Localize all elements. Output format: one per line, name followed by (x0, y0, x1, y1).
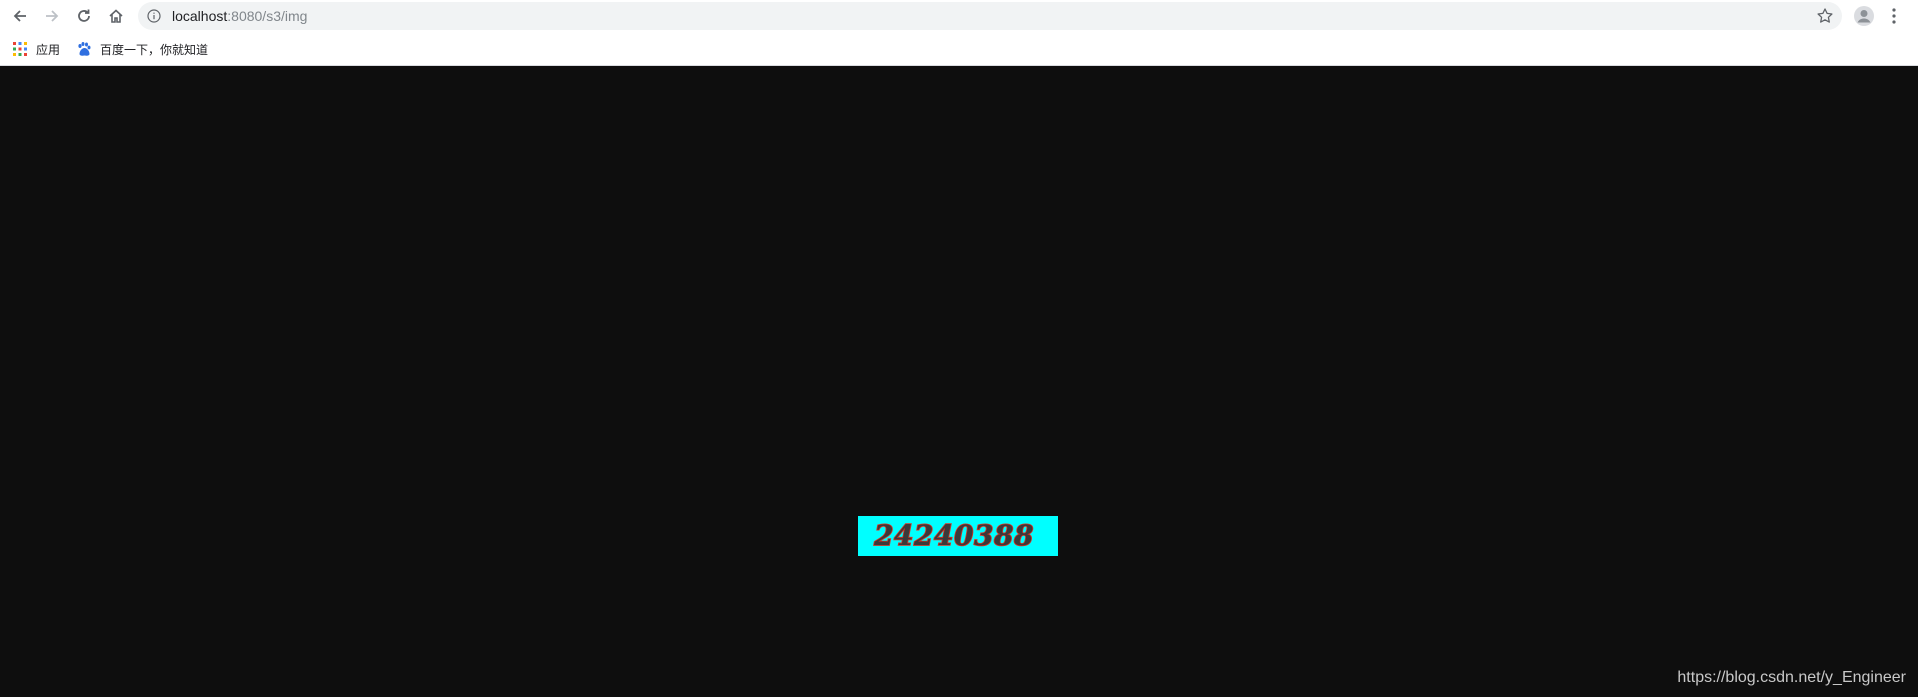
url-text[interactable]: localhost:8080/s3/img (172, 8, 307, 24)
avatar-icon[interactable] (1853, 5, 1875, 27)
star-icon[interactable] (1816, 7, 1834, 25)
bookmark-label: 应用 (36, 42, 61, 57)
bookmarks-bar: 应用 百度一下，你就知道 (0, 32, 1918, 66)
reload-button[interactable] (72, 4, 96, 28)
bookmark-label: 百度一下，你就知道 (100, 42, 209, 57)
url-host: localhost (172, 8, 228, 24)
back-button[interactable] (8, 4, 32, 28)
page-viewport: 24240388 https://blog.csdn.net/y_Enginee… (0, 66, 1918, 697)
url-path: :8080/s3/img (227, 8, 308, 24)
reload-icon (78, 9, 90, 22)
captcha-image[interactable]: 24240388 (858, 516, 1058, 556)
browser-toolbar: localhost:8080/s3/img (0, 0, 1918, 32)
address-bar[interactable]: localhost:8080/s3/img (138, 2, 1842, 30)
kebab-menu-icon[interactable] (1886, 5, 1902, 27)
home-icon (109, 9, 123, 23)
arrow-left-icon (13, 10, 26, 22)
arrow-right-icon (46, 10, 59, 22)
captcha-graphic: 24240388 (872, 518, 1034, 553)
apps-grid-icon (13, 42, 27, 56)
info-icon[interactable] (147, 9, 161, 23)
watermark: https://blog.csdn.net/y_Engineer (1677, 669, 1906, 686)
captcha-text: 24240388 (873, 519, 1034, 552)
bookmark-apps[interactable]: 应用 (12, 40, 60, 58)
baidu-paw-icon (78, 42, 91, 56)
home-button[interactable] (104, 4, 128, 28)
bookmark-baidu[interactable]: 百度一下，你就知道 (76, 40, 208, 58)
forward-button[interactable] (40, 4, 64, 28)
